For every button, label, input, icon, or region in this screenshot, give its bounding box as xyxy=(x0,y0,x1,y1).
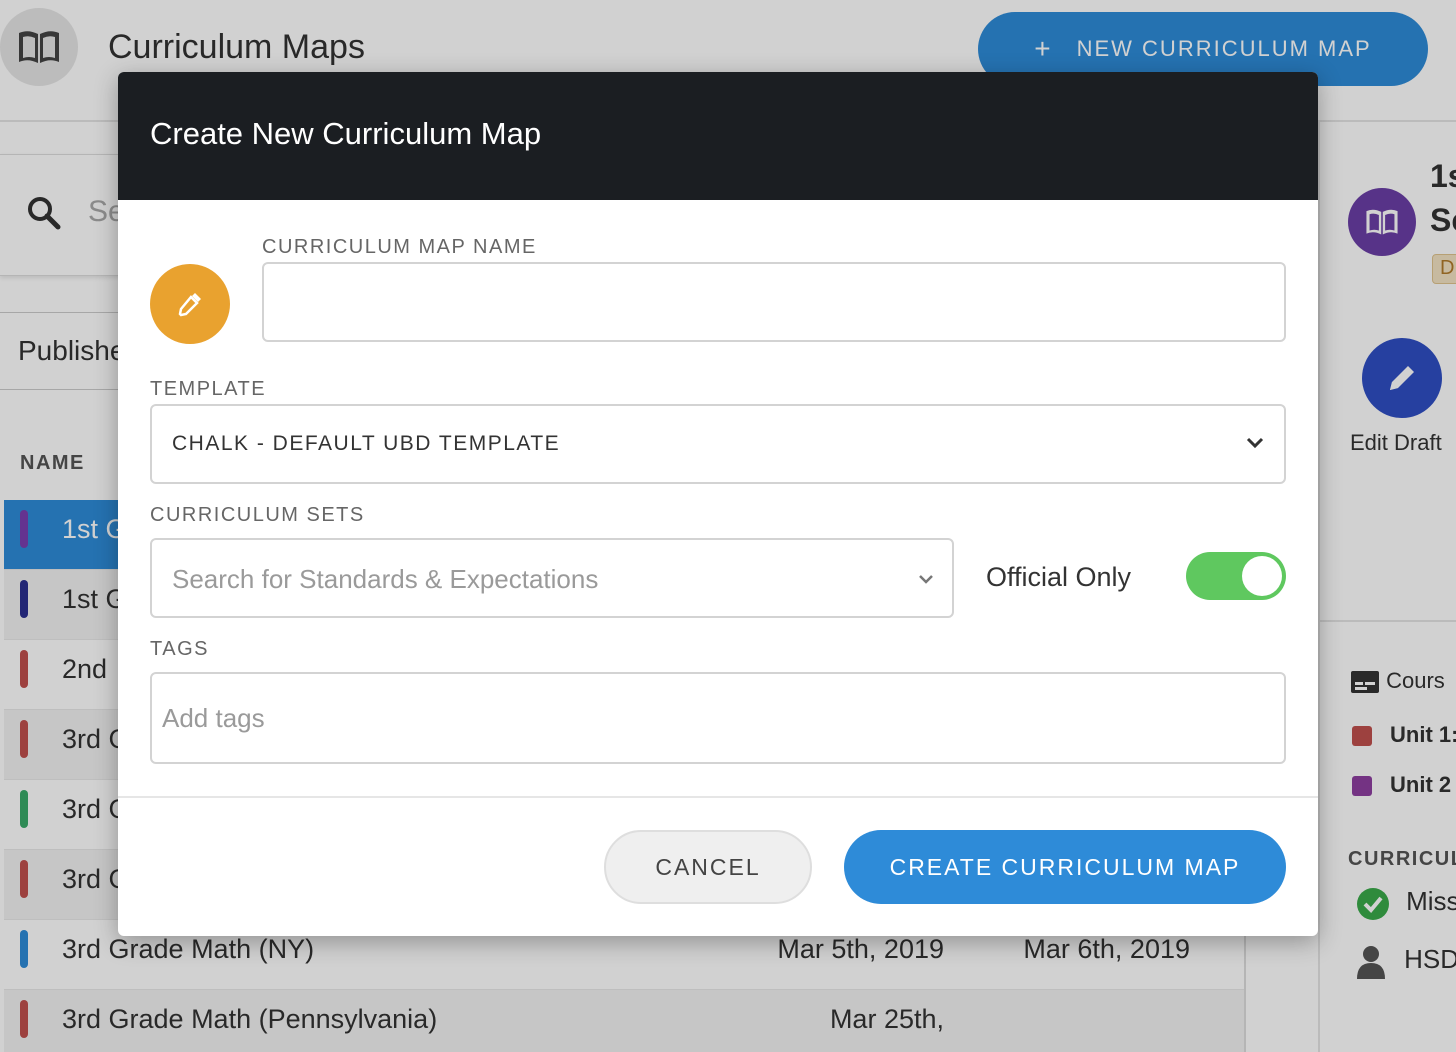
curriculum-map-name-input[interactable] xyxy=(262,262,1286,342)
chevron-down-icon xyxy=(1246,436,1264,454)
tags-input[interactable] xyxy=(150,672,1286,764)
eyedropper-icon xyxy=(178,293,201,317)
name-field-label: CURRICULUM MAP NAME xyxy=(262,236,537,258)
template-select[interactable]: CHALK - DEFAULT UBD TEMPLATE xyxy=(150,404,1286,484)
dialog-title: Create New Curriculum Map xyxy=(150,116,542,151)
sets-field-label: CURRICULUM SETS xyxy=(150,504,365,526)
toggle-knob xyxy=(1242,556,1282,596)
curriculum-sets-placeholder: Search for Standards & Expectations xyxy=(172,564,599,594)
chevron-down-icon xyxy=(918,572,934,590)
tags-field-label: TAGS xyxy=(150,638,209,660)
dialog-header: Create New Curriculum Map xyxy=(118,72,1318,200)
template-field-label: TEMPLATE xyxy=(150,378,267,400)
create-curriculum-map-button[interactable]: CREATE CURRICULUM MAP xyxy=(844,830,1286,904)
dialog-footer-divider xyxy=(118,796,1318,798)
official-only-label: Official Only xyxy=(986,562,1132,592)
create-curriculum-map-dialog: Create New Curriculum Map CURRICULUM MAP… xyxy=(118,72,1318,936)
curriculum-sets-select[interactable]: Search for Standards & Expectations xyxy=(150,538,954,618)
official-only-toggle[interactable] xyxy=(1186,552,1286,600)
template-select-value: CHALK - DEFAULT UBD TEMPLATE xyxy=(172,432,561,455)
color-picker-button[interactable] xyxy=(150,264,230,344)
cancel-button[interactable]: CANCEL xyxy=(604,830,812,904)
